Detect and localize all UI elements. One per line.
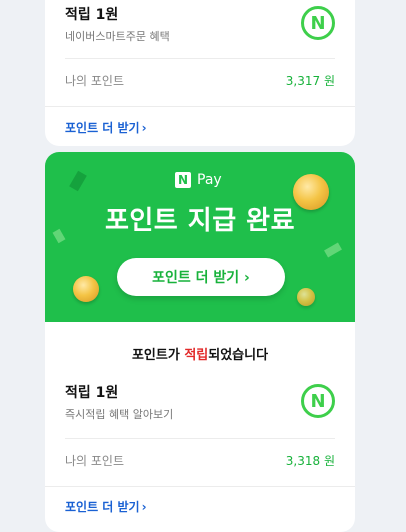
points-row: 나의 포인트 3,317 원 [65, 72, 335, 92]
top-reward-card: 적립 1원 네이버스마트주문 혜택 N 나의 포인트 3,317 원 포인트 더… [45, 0, 355, 146]
reward-row: 적립 1원 네이버스마트주문 혜택 N [65, 4, 335, 54]
coin-icon [297, 288, 315, 306]
reward-title: 적립 1원 [65, 385, 119, 401]
divider [45, 106, 355, 107]
npay-badge: N [175, 172, 191, 188]
status-highlight: 적립 [184, 348, 209, 363]
divider [65, 58, 335, 59]
banner-headline: 포인트 지급 완료 [104, 206, 296, 236]
npay-logo: N Pay [175, 172, 222, 188]
more-points-link[interactable]: 포인트 더 받기 › [65, 498, 147, 515]
points-value: 3,317 원 [285, 74, 335, 88]
leaf-decoration [324, 242, 342, 258]
leaf-decoration [69, 170, 87, 192]
divider [65, 438, 335, 439]
reward-subtitle: 네이버스마트주문 혜택 [65, 30, 170, 43]
points-row: 나의 포인트 3,318 원 [65, 452, 335, 472]
divider [45, 486, 355, 487]
coin-icon [73, 276, 99, 302]
chevron-right-icon: › [141, 121, 147, 135]
points-complete-banner: N Pay 포인트 지급 완료 포인트 더 받기 › [45, 152, 355, 322]
npoint-icon: N [301, 6, 335, 40]
points-complete-card: N Pay 포인트 지급 완료 포인트 더 받기 › 포인트가 적립되었습니다 … [45, 152, 355, 532]
more-points-link[interactable]: 포인트 더 받기 › [65, 119, 147, 136]
points-value: 3,318 원 [285, 454, 335, 468]
reward-row: 적립 1원 즉시적립 혜택 알아보기 N [65, 382, 335, 432]
more-points-label: 포인트 더 받기 [65, 500, 140, 514]
status-prefix: 포인트가 [131, 348, 185, 363]
reward-title: 적립 1원 [65, 7, 119, 23]
npoint-icon: N [301, 384, 335, 418]
points-label: 나의 포인트 [65, 74, 125, 88]
npay-text: Pay [197, 172, 222, 188]
chevron-right-icon: › [141, 500, 147, 514]
points-label: 나의 포인트 [65, 454, 125, 468]
reward-subtitle: 즉시적립 혜택 알아보기 [65, 408, 174, 421]
status-suffix: 되었습니다 [208, 348, 269, 363]
more-points-label: 포인트 더 받기 [65, 121, 140, 135]
status-message: 포인트가 적립되었습니다 [45, 344, 355, 363]
banner-more-points-button[interactable]: 포인트 더 받기 › [117, 258, 285, 296]
